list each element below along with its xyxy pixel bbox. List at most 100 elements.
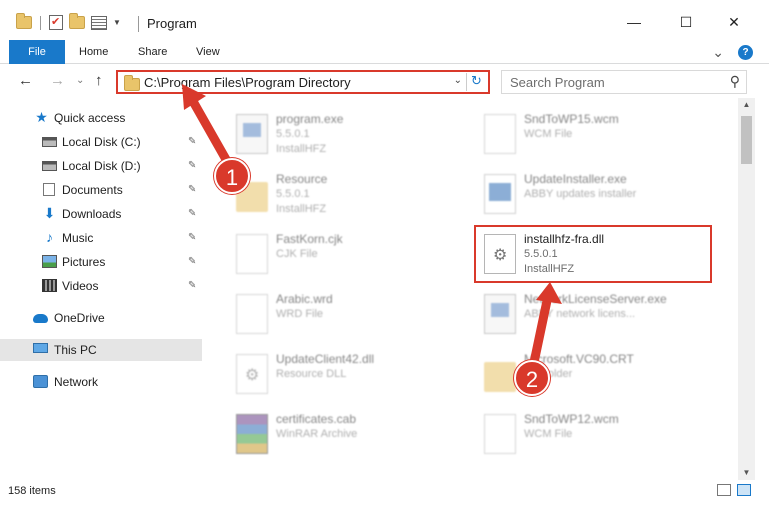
sidebar-item-label: OneDrive (54, 311, 105, 325)
tab-view[interactable]: View (196, 40, 220, 64)
sidebar-item-quick-access[interactable]: ★ Quick access (0, 107, 202, 129)
sidebar-item-local-disk-d[interactable]: Local Disk (D:) ✎ (0, 155, 202, 177)
tab-home[interactable]: Home (79, 40, 108, 64)
file-name: SndToWP15.wcm (524, 112, 619, 126)
file-type: ABBY network licens... (524, 308, 636, 320)
details-view-icon[interactable] (717, 484, 731, 496)
ribbon-tabs: File Home Share View ⌄ ? (0, 40, 769, 64)
up-button[interactable]: ↑ (95, 72, 103, 89)
tab-file[interactable]: File (9, 40, 65, 64)
pin-icon[interactable]: ✎ (188, 179, 196, 201)
file-name: certificates.cab (276, 412, 357, 426)
scroll-thumb[interactable] (741, 116, 752, 164)
pin-icon[interactable]: ✎ (188, 251, 196, 273)
sidebar-item-label: This PC (54, 343, 97, 357)
expand-ribbon-icon[interactable]: ⌄ (712, 44, 724, 61)
file-name: program.exe (276, 112, 344, 126)
list-item[interactable]: program.exe 5.5.0.1 InstallHFZ (228, 108, 458, 164)
refresh-button[interactable]: ↻ (466, 73, 486, 91)
list-item[interactable]: FastKorn.cjk CJK File (228, 228, 458, 284)
archive-icon (236, 414, 268, 454)
new-folder-icon[interactable] (69, 13, 85, 29)
sidebar-item-music[interactable]: ♪ Music ✎ (0, 227, 202, 249)
computer-icon (33, 343, 48, 353)
exe-icon (236, 114, 268, 154)
window-title: Program (147, 16, 197, 31)
customize-icon[interactable] (91, 15, 107, 30)
sidebar-item-label: Pictures (62, 255, 106, 269)
search-icon[interactable]: ⚲ (730, 73, 740, 90)
forward-button[interactable]: → (50, 72, 65, 89)
sidebar-item-pictures[interactable]: Pictures ✎ (0, 251, 202, 273)
file-type: ABBY updates installer (524, 188, 637, 200)
network-icon (33, 375, 48, 388)
list-item[interactable]: Microsoft.VC90.CRT File folder (476, 348, 706, 404)
back-button[interactable]: ← (18, 72, 33, 89)
file-type: CJK File (276, 248, 318, 260)
file-company: InstallHFZ (276, 143, 327, 155)
list-item[interactable]: UpdateClient42.dll Resource DLL (228, 348, 458, 404)
list-item[interactable]: Resource 5.5.0.1 InstallHFZ (228, 168, 458, 224)
cloud-icon (33, 314, 48, 323)
pin-icon[interactable]: ✎ (188, 227, 196, 249)
list-item[interactable]: SndToWP15.wcm WCM File (476, 108, 706, 164)
chevron-down-icon[interactable]: ▼ (113, 18, 121, 27)
sidebar-item-label: Local Disk (C:) (62, 135, 141, 149)
maximize-button[interactable]: ☐ (674, 10, 698, 34)
status-bar: 158 items (0, 480, 769, 502)
pin-icon[interactable]: ✎ (188, 155, 196, 177)
sidebar-item-local-disk-c[interactable]: Local Disk (C:) ✎ (0, 131, 202, 153)
pin-icon[interactable]: ✎ (188, 131, 196, 153)
navigation-pane: ★ Quick access Local Disk (C:) ✎ Local D… (0, 104, 202, 478)
file-type: Resource DLL (276, 368, 347, 380)
sidebar-item-downloads[interactable]: ⬇ Downloads ✎ (0, 203, 202, 225)
sidebar-item-label: Quick access (54, 111, 126, 125)
file-company: InstallHFZ (276, 203, 327, 215)
search-input[interactable]: Search Program ⚲ (501, 70, 747, 94)
file-name: SndToWP12.wcm (524, 412, 619, 426)
step-badge-1: 1 (214, 158, 250, 194)
exe-icon (484, 294, 516, 334)
tiles-view-icon[interactable] (737, 484, 751, 496)
tab-share[interactable]: Share (138, 40, 167, 64)
address-dropdown-button[interactable]: ⌄ (454, 75, 462, 86)
address-bar[interactable]: C:\Program Files\Program Directory ⌄ ↻ (116, 70, 490, 94)
file-name: FastKorn.cjk (276, 232, 343, 246)
recent-locations-button[interactable]: ⌄ (76, 75, 84, 86)
minimize-button[interactable]: — (622, 10, 646, 34)
search-placeholder: Search Program (510, 75, 605, 90)
step-badge-2: 2 (514, 360, 550, 396)
sidebar-item-label: Local Disk (D:) (62, 159, 141, 173)
scroll-up-button[interactable]: ▲ (738, 98, 755, 112)
pin-icon[interactable]: ✎ (188, 203, 196, 225)
vertical-scrollbar[interactable]: ▲ ▼ (738, 98, 755, 480)
sidebar-item-label: Network (54, 375, 99, 389)
file-type: WCM File (524, 128, 573, 140)
scroll-down-button[interactable]: ▼ (738, 466, 755, 480)
sidebar-item-videos[interactable]: Videos ✎ (0, 275, 202, 297)
sidebar-item-onedrive[interactable]: OneDrive (0, 307, 202, 329)
list-item[interactable]: Arabic.wrd WRD File (228, 288, 458, 344)
list-item[interactable]: UpdateInstaller.exe ABBY updates install… (476, 168, 706, 224)
file-name: UpdateInstaller.exe (524, 172, 627, 186)
properties-check-icon[interactable] (49, 15, 63, 30)
dll-icon (236, 354, 268, 394)
sidebar-item-documents[interactable]: Documents ✎ (0, 179, 202, 201)
address-path[interactable]: C:\Program Files\Program Directory (144, 75, 351, 90)
sidebar-item-this-pc[interactable]: This PC (0, 339, 202, 361)
close-button[interactable]: ✕ (722, 10, 746, 34)
divider (40, 15, 41, 30)
sidebar-item-network[interactable]: Network (0, 371, 202, 393)
pin-icon[interactable]: ✎ (188, 275, 196, 297)
navigation-bar: ← → ⌄ ↑ C:\Program Files\Program Directo… (0, 66, 769, 98)
list-item[interactable]: certificates.cab WinRAR Archive (228, 408, 458, 464)
list-item[interactable]: SndToWP12.wcm WCM File (476, 408, 706, 464)
file-icon (484, 114, 516, 154)
folder-icon (484, 362, 516, 392)
help-icon[interactable]: ? (738, 45, 753, 60)
file-list: program.exe 5.5.0.1 InstallHFZ SndToWP15… (202, 104, 738, 478)
highlight-box (474, 225, 712, 283)
download-icon: ⬇ (43, 205, 56, 221)
sidebar-item-label: Downloads (62, 207, 122, 221)
list-item[interactable]: NetworkLicenseServer.exe ABBY network li… (476, 288, 706, 344)
